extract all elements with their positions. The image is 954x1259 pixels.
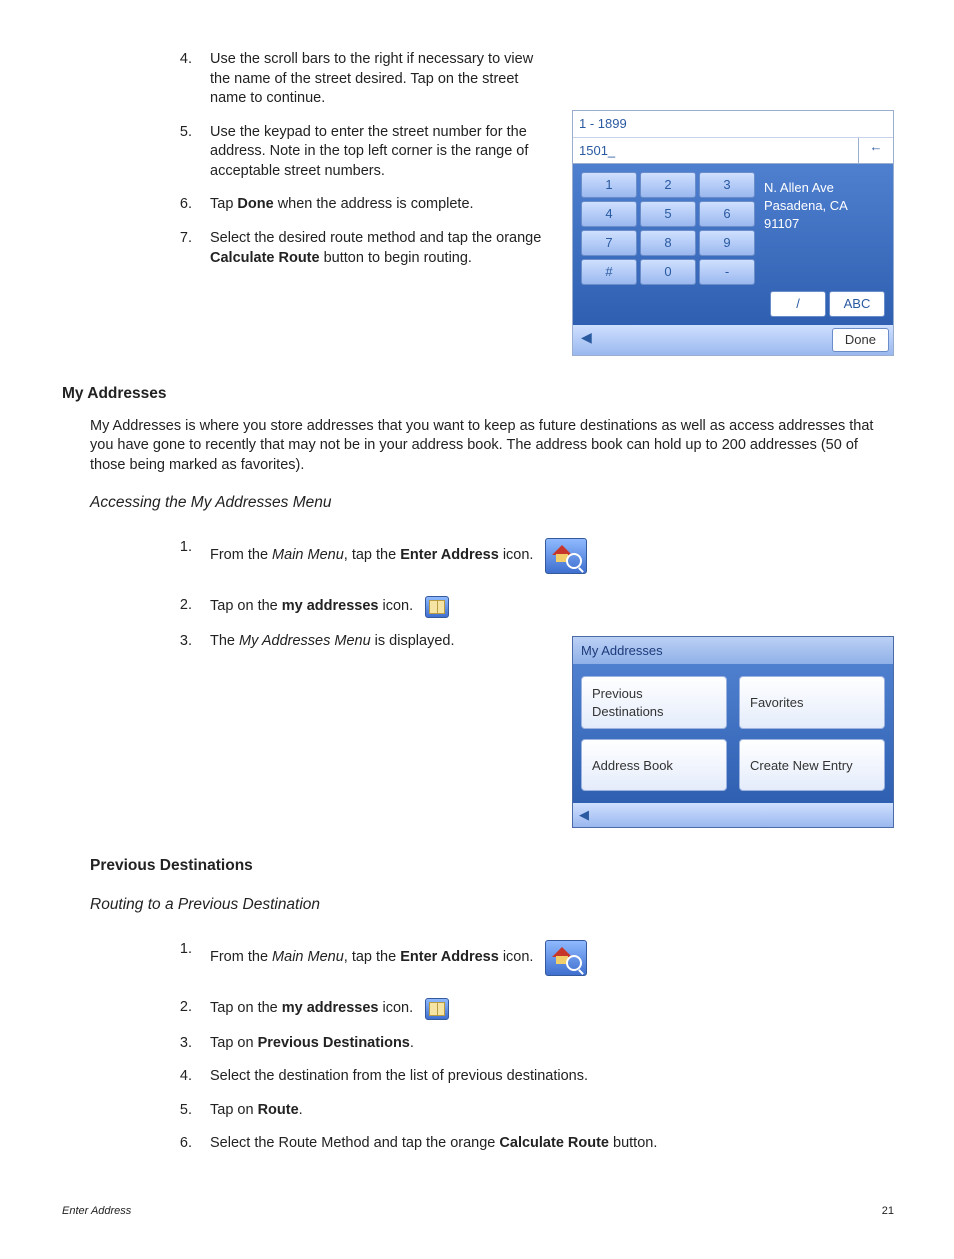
my-addresses-screenshot: My Addresses Previous Destinations Favor… [572, 636, 894, 828]
key-0[interactable]: 0 [640, 259, 696, 285]
access-step-3: 3. The My Addresses Menu is displayed. [152, 632, 894, 652]
step-6: 6.Tap Done when the address is complete. [152, 195, 554, 215]
back-triangle-icon[interactable]: ◀ [577, 328, 596, 352]
num: 6. [152, 195, 210, 215]
addr-line2: Pasadena, CA 91107 [764, 197, 884, 233]
key-5[interactable]: 5 [640, 201, 696, 227]
route-step-6: 6. Select the Route Method and tap the o… [152, 1134, 894, 1154]
text: Select the desired route method and tap … [210, 229, 554, 268]
text: Tap on Previous Destinations. [210, 1034, 894, 1054]
done-button[interactable]: Done [832, 328, 889, 352]
num: 3. [152, 1034, 210, 1054]
text: Tap on the my addresses icon. [210, 596, 894, 618]
text: Tap on Route. [210, 1101, 894, 1121]
key-8[interactable]: 8 [640, 230, 696, 256]
num: 7. [152, 229, 210, 268]
text: Tap on the my addresses icon. [210, 998, 894, 1020]
address-book-button[interactable]: Address Book [581, 739, 727, 791]
num: 2. [152, 998, 210, 1020]
step-7: 7.Select the desired route method and ta… [152, 229, 554, 268]
enter-address-icon [545, 538, 587, 574]
enter-address-icon [545, 940, 587, 976]
access-step-2: 2. Tap on the my addresses icon. [152, 596, 894, 618]
num: 1. [152, 940, 210, 976]
key-4[interactable]: 4 [581, 201, 637, 227]
key-2[interactable]: 2 [640, 172, 696, 198]
keypad-range: 1 - 1899 [573, 111, 893, 138]
key-1[interactable]: 1 [581, 172, 637, 198]
text: Use the keypad to enter the street numbe… [210, 123, 554, 182]
keypad-keys: 123 456 789 #0- [578, 169, 758, 288]
backspace-icon[interactable]: ← [858, 138, 893, 164]
text: Tap Done when the address is complete. [210, 195, 554, 215]
route-step-4: 4. Select the destination from the list … [152, 1067, 894, 1087]
create-new-entry-button[interactable]: Create New Entry [739, 739, 885, 791]
page-number: 21 [882, 1204, 894, 1219]
route-step-2: 2. Tap on the my addresses icon. [152, 998, 894, 1020]
favorites-button[interactable]: Favorites [739, 676, 885, 729]
key-dash[interactable]: - [699, 259, 755, 285]
num: 2. [152, 596, 210, 618]
heading-my-addresses: My Addresses [62, 384, 894, 405]
step-5: 5.Use the keypad to enter the street num… [152, 123, 554, 182]
route-step-5: 5. Tap on Route. [152, 1101, 894, 1121]
text: From the Main Menu, tap the Enter Addres… [210, 538, 894, 574]
previous-destinations-button[interactable]: Previous Destinations [581, 676, 727, 729]
key-3[interactable]: 3 [699, 172, 755, 198]
back-triangle-icon[interactable]: ◀ [579, 807, 589, 822]
key-abc[interactable]: ABC [829, 291, 885, 317]
my-addresses-icon [425, 998, 449, 1020]
keypad-address: N. Allen Ave Pasadena, CA 91107 [758, 169, 888, 288]
text: Select the destination from the list of … [210, 1067, 894, 1087]
text: The My Addresses Menu is displayed. [210, 632, 894, 652]
route-step-3: 3. Tap on Previous Destinations. [152, 1034, 894, 1054]
num: 3. [152, 632, 210, 652]
page-footer: Enter Address 21 [62, 1204, 894, 1219]
route-step-1: 1. From the Main Menu, tap the Enter Add… [152, 940, 894, 976]
heading-previous-destinations: Previous Destinations [90, 856, 894, 877]
keypad-screenshot: 1 - 1899 1501_ ← 123 456 789 #0- N. Alle… [572, 110, 894, 356]
access-step-1: 1. From the Main Menu, tap the Enter Add… [152, 538, 894, 574]
text: From the Main Menu, tap the Enter Addres… [210, 940, 894, 976]
step-4: 4.Use the scroll bars to the right if ne… [152, 50, 554, 109]
num: 4. [152, 1067, 210, 1087]
footer-section: Enter Address [62, 1204, 882, 1219]
heading-accessing: Accessing the My Addresses Menu [90, 493, 894, 514]
key-6[interactable]: 6 [699, 201, 755, 227]
my-addresses-icon [425, 596, 449, 618]
num: 5. [152, 1101, 210, 1121]
text: Select the Route Method and tap the oran… [210, 1134, 894, 1154]
addr-line1: N. Allen Ave [764, 179, 884, 197]
num: 4. [152, 50, 210, 109]
num: 1. [152, 538, 210, 574]
keypad-value: 1501_ [573, 138, 858, 164]
key-hash[interactable]: # [581, 259, 637, 285]
key-9[interactable]: 9 [699, 230, 755, 256]
num: 5. [152, 123, 210, 182]
paragraph-my-addresses: My Addresses is where you store addresse… [90, 417, 894, 476]
num: 6. [152, 1134, 210, 1154]
text: Use the scroll bars to the right if nece… [210, 50, 554, 109]
key-7[interactable]: 7 [581, 230, 637, 256]
key-slash[interactable]: / [770, 291, 826, 317]
heading-routing: Routing to a Previous Destination [90, 895, 894, 916]
